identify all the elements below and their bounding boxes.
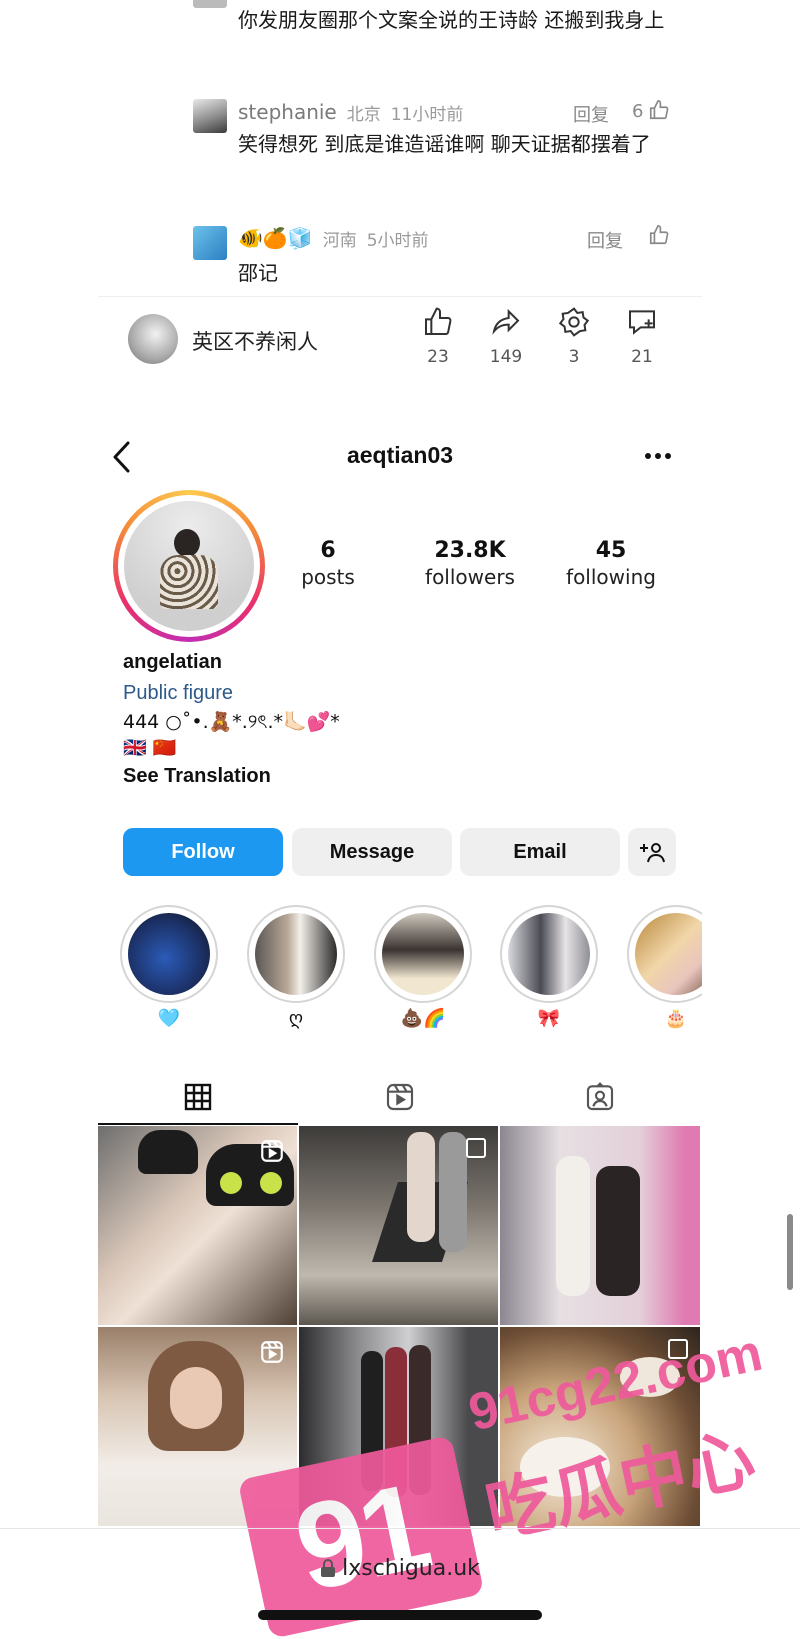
stat-number: 23.8K — [434, 538, 506, 563]
email-button[interactable]: Email — [460, 828, 620, 876]
multi-photo-icon — [466, 1138, 486, 1158]
avatar[interactable] — [193, 0, 227, 8]
comment-text: 笑得想死 到底是谁造谣谁啊 聊天证据都摆着了 — [238, 132, 651, 156]
profile-avatar[interactable] — [113, 490, 265, 642]
lock-icon — [321, 1559, 336, 1577]
tab-grid[interactable] — [98, 1068, 298, 1126]
post-thumbnail[interactable] — [98, 1126, 297, 1325]
share-action[interactable]: 149 — [476, 305, 536, 367]
comment-location: 北京 — [346, 104, 381, 125]
comment-text: 你发朋友圈那个文案全说的王诗龄 还搬到我身上 — [238, 8, 665, 32]
post-thumbnail[interactable] — [500, 1126, 700, 1325]
stat-label: following — [566, 565, 656, 589]
highlight-label: 💩🌈 — [400, 1008, 446, 1029]
reel-badge-icon — [261, 1140, 283, 1162]
highlight-label: 🎂 — [664, 1008, 688, 1029]
highlight-label: ღ — [288, 1008, 304, 1029]
post-author-name[interactable]: 英区不养闲人 — [192, 326, 318, 356]
message-button[interactable]: Message — [292, 828, 452, 876]
tab-tagged[interactable] — [500, 1068, 700, 1126]
watermark-brand: 91 — [284, 1457, 438, 1617]
add-friend-button[interactable] — [628, 828, 676, 876]
url-text: lxschigua.uk — [342, 1555, 480, 1581]
profile-flags: 🇬🇧 🇨🇳 — [123, 737, 177, 759]
highlight-label: 🩵 — [157, 1008, 181, 1029]
stat-following[interactable]: 45 following — [541, 538, 681, 589]
comment-time: 5小时前 — [366, 230, 429, 251]
more-options-icon[interactable] — [644, 452, 672, 460]
comment-author[interactable]: 🐠🍊🧊 — [238, 226, 313, 250]
profile-photo — [124, 501, 254, 631]
comment-header: 🐠🍊🧊 河南 5小时前 — [238, 223, 429, 253]
like-count: 23 — [427, 347, 449, 367]
comment-location: 河南 — [322, 230, 357, 251]
stat-number: 45 — [595, 538, 627, 563]
stat-number: 6 — [320, 538, 336, 563]
story-highlight[interactable] — [247, 905, 345, 1003]
tab-active-indicator — [98, 1123, 298, 1125]
stat-followers[interactable]: 23.8K followers — [400, 538, 540, 589]
stat-label: followers — [425, 565, 515, 589]
back-arrow-icon[interactable] — [110, 440, 134, 474]
comment-text: 邵记 — [238, 261, 278, 285]
comment-author[interactable]: stephanie — [238, 100, 337, 124]
comment-time: 11小时前 — [390, 104, 464, 125]
reels-icon — [386, 1083, 414, 1111]
stat-posts[interactable]: 6 posts — [258, 538, 398, 589]
post-thumbnail[interactable] — [299, 1126, 498, 1325]
share-count: 149 — [489, 347, 523, 367]
comments-section: 你发朋友圈那个文案全说的王诗龄 还搬到我身上 stephanie 北京 11小时… — [0, 0, 800, 290]
reply-button[interactable]: 回复 — [573, 101, 609, 127]
thumbs-up-icon — [425, 307, 452, 335]
comment-add-icon — [629, 310, 655, 335]
highlight-label: 🎀 — [537, 1008, 561, 1029]
grid-icon — [184, 1083, 212, 1111]
url-bar[interactable]: lxschigua.uk — [300, 1548, 500, 1588]
comment-like-count: 6 — [632, 101, 644, 122]
story-highlight[interactable] — [120, 905, 218, 1003]
divider — [98, 296, 702, 297]
star-action[interactable]: 3 — [544, 305, 604, 367]
profile-name: angelatian — [123, 651, 222, 673]
follow-button[interactable]: Follow — [123, 828, 283, 876]
stat-label: posts — [301, 565, 355, 589]
home-indicator[interactable] — [258, 1610, 542, 1620]
profile-handle: aeqtian03 — [346, 442, 454, 468]
like-action[interactable]: 23 — [408, 305, 468, 367]
tagged-person-icon — [586, 1082, 614, 1111]
comment-header: stephanie 北京 11小时前 — [238, 98, 463, 126]
thumbs-up-icon[interactable] — [648, 224, 670, 246]
reel-badge-icon — [261, 1341, 283, 1363]
profile-category[interactable]: Public figure — [123, 682, 233, 705]
story-highlight[interactable] — [374, 905, 472, 1003]
share-icon — [492, 308, 520, 335]
tab-reels[interactable] — [300, 1068, 500, 1126]
see-translation-link[interactable]: See Translation — [123, 765, 271, 788]
reply-button[interactable]: 回复 — [587, 227, 623, 253]
star-count: 3 — [568, 347, 580, 367]
post-author-avatar[interactable] — [128, 314, 178, 364]
comment-count: 21 — [631, 347, 653, 367]
star-badge-icon — [558, 307, 590, 337]
story-highlight[interactable] — [500, 905, 598, 1003]
scrollbar[interactable] — [787, 1214, 793, 1290]
comment-action[interactable]: 21 — [612, 305, 672, 367]
person-add-icon — [640, 843, 665, 863]
thumbs-up-icon[interactable] — [648, 99, 670, 121]
avatar[interactable] — [193, 99, 227, 133]
avatar[interactable] — [193, 226, 227, 260]
url-bar-divider — [0, 1528, 800, 1529]
